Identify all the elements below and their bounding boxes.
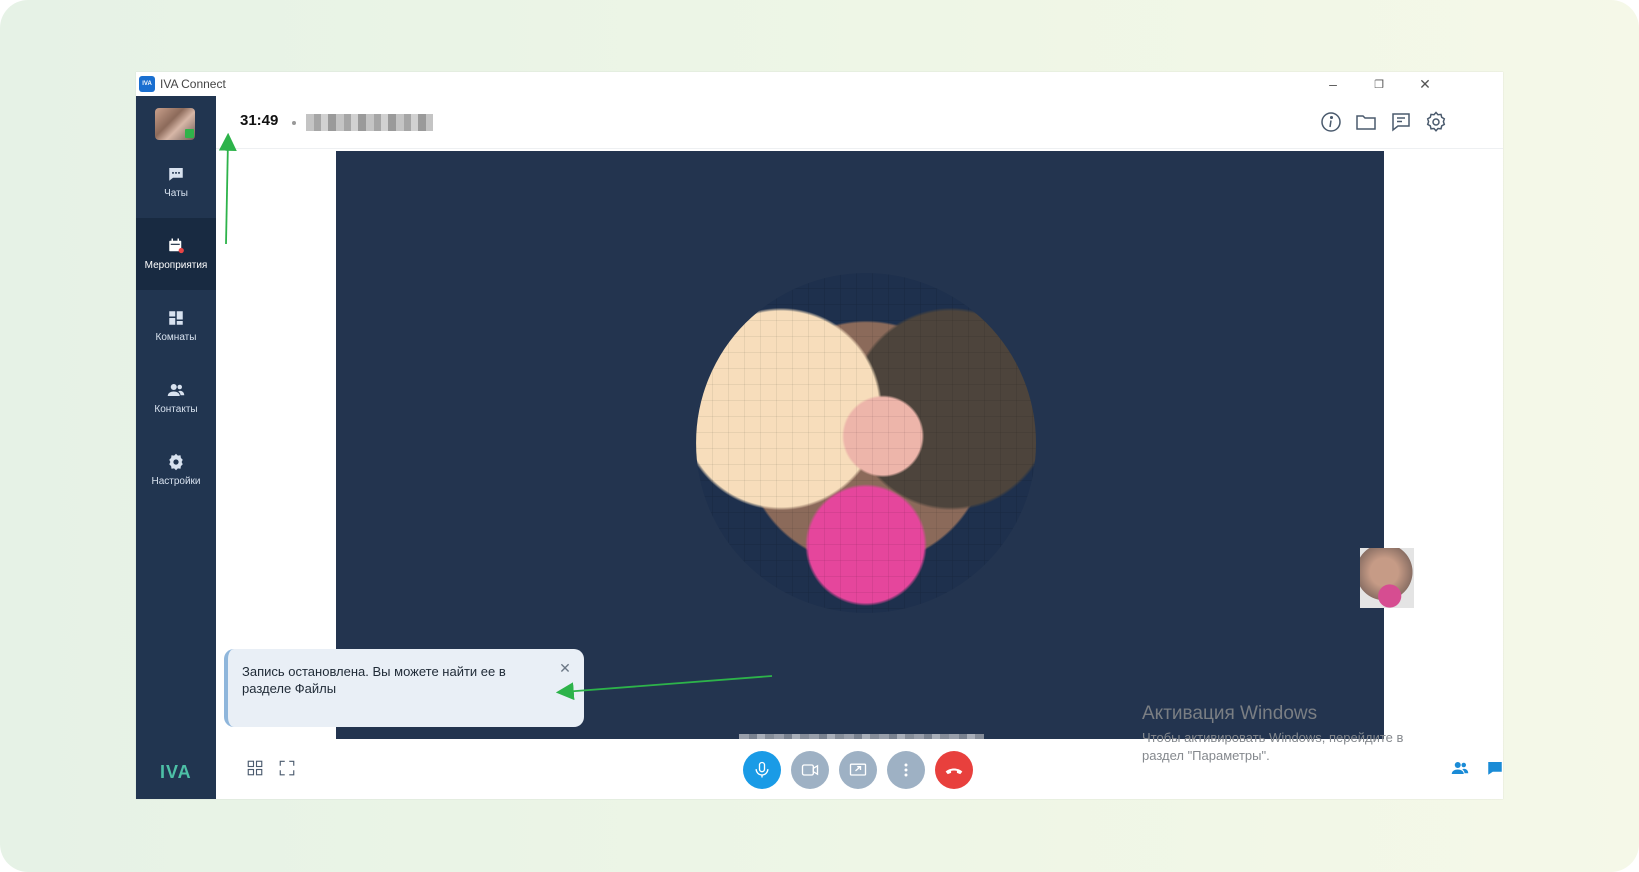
camera-icon [801, 764, 819, 776]
windows-activation-watermark: Активация Windows Чтобы активировать Win… [1142, 703, 1403, 765]
title-bar: IVA IVA Connect – ❐ ✕ [136, 72, 1503, 97]
screen-share-icon [849, 763, 867, 776]
user-avatar[interactable] [155, 108, 195, 140]
blurred-event-title [306, 114, 433, 131]
more-icon [904, 763, 908, 777]
sidebar-item-label: Чаты [164, 188, 188, 199]
sidebar-item-rooms[interactable]: Комнаты [136, 290, 216, 362]
rooms-icon [169, 311, 183, 325]
separator-dot [292, 121, 296, 125]
app-title: IVA Connect [160, 77, 226, 91]
folder-icon[interactable] [1354, 110, 1378, 134]
online-status-indicator [185, 129, 194, 138]
more-button[interactable] [887, 751, 925, 789]
call-header: 31:49 [216, 96, 1503, 149]
screen-share-button[interactable] [839, 751, 877, 789]
speaker-avatar-pixelated [696, 273, 1036, 613]
sidebar-item-settings[interactable]: Настройки [136, 434, 216, 506]
app-logo-icon: IVA [139, 76, 155, 92]
hangup-icon [945, 768, 963, 775]
gear-icon[interactable] [1424, 110, 1448, 134]
sidebar: Чаты Мероприятия Комнаты Контакты Настро… [136, 96, 216, 799]
recording-stopped-toast: Запись остановлена. Вы можете найти ее в… [224, 649, 584, 727]
activation-line-1: Чтобы активировать Windows, перейдите в [1142, 730, 1404, 745]
contacts-icon [167, 384, 185, 396]
sidebar-item-label: Комнаты [155, 332, 197, 343]
grid-layout-icon[interactable] [246, 759, 264, 777]
minimize-button[interactable]: – [1310, 72, 1356, 96]
restore-button[interactable]: ❐ [1356, 72, 1402, 96]
notes-icon[interactable] [1389, 110, 1413, 134]
sidebar-item-label: Настройки [151, 476, 201, 487]
participants-icon[interactable] [1451, 759, 1469, 777]
toast-close-icon[interactable]: ✕ [558, 661, 572, 675]
sidebar-item-label: Мероприятия [144, 260, 208, 271]
microphone-icon [755, 761, 769, 778]
fullscreen-icon[interactable] [278, 759, 296, 777]
participant-thumbnail[interactable] [1360, 548, 1414, 608]
camera-button[interactable] [791, 751, 829, 789]
sidebar-item-events[interactable]: Мероприятия [136, 218, 216, 290]
call-timer: 31:49 [240, 112, 279, 129]
microphone-button[interactable] [743, 751, 781, 789]
close-button[interactable]: ✕ [1402, 72, 1448, 96]
sidebar-item-contacts[interactable]: Контакты [136, 362, 216, 434]
chat-icon [169, 168, 183, 181]
hangup-button[interactable] [935, 751, 973, 789]
sidebar-item-chats[interactable]: Чаты [136, 146, 216, 218]
chat-bubble-icon[interactable] [1486, 759, 1504, 777]
iva-logo: IVA [160, 762, 192, 782]
toast-message: Запись остановлена. Вы можете найти ее в… [242, 664, 506, 696]
sidebar-item-label: Контакты [154, 404, 198, 415]
settings-icon [169, 453, 183, 471]
calendar-live-icon [169, 238, 184, 254]
activation-line-2: раздел "Параметры". [1142, 748, 1270, 763]
activation-title: Активация Windows [1142, 703, 1318, 724]
info-icon[interactable] [1319, 110, 1343, 134]
